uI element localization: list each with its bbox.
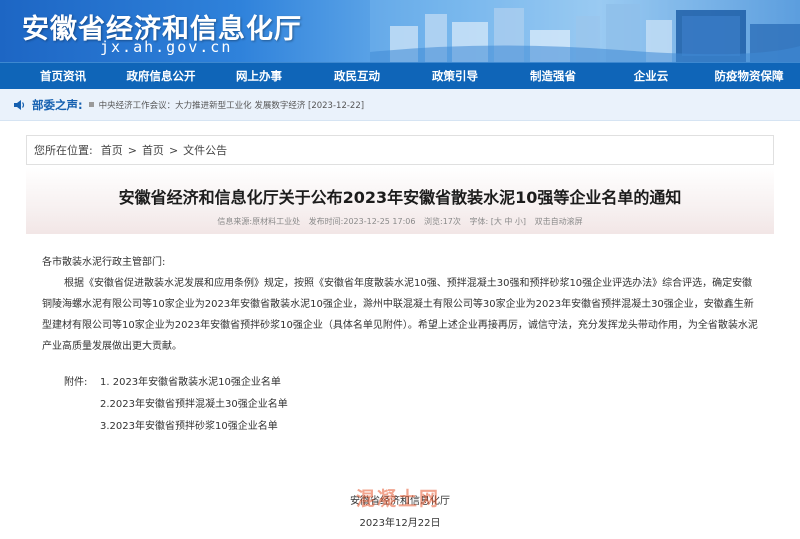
article-title: 安徽省经济和信息化厅关于公布2023年安徽省散装水泥10强等企业名单的通知 [118,188,682,207]
breadcrumb-prefix: 您所在位置: [34,144,93,157]
meta-source-value: 原材料工业处 [252,217,301,226]
skyline-image [370,0,800,62]
breadcrumb: 您所在位置: 首页 > 首页 > 文件公告 [26,135,774,165]
body-paragraph: 根据《安徽省促进散装水泥发展和应用条例》规定，按照《安徽省年度散装水泥10强、预… [42,278,758,352]
attachment-link-2[interactable]: 2.2023年安徽省预拌混凝土30强企业名单 [100,394,288,416]
main-nav: 首页资讯 政府信息公开 网上办事 政民互动 政策引导 制造强省 企业云 防疫物资… [0,62,800,89]
meta-font-size: 字体: [大 中 小] [469,217,528,226]
breadcrumb-separator: > [168,143,179,157]
nav-item-online-service[interactable]: 网上办事 [210,68,308,84]
ticker-item[interactable]: 中央经济工作会议：大力推进新型工业化 发展数字经济 [2023-12-22] [88,99,364,111]
meta-views-value: 17次 [442,217,461,226]
meta-source-label: 信息来源: [217,217,253,226]
meta-source: 信息来源:原材料工业处 [217,217,302,226]
article-content: 各市散装水泥行政主管部门: 根据《安徽省促进散装水泥发展和应用条例》规定，按照《… [0,234,800,438]
bullet-icon [88,102,94,107]
ticker-item-text[interactable]: 中央经济工作会议：大力推进新型工业化 发展数字经济 [2023-12-22] [99,99,364,111]
salutation: 各市散装水泥行政主管部门: [42,257,166,268]
news-ticker: 部委之声: 中央经济工作会议：大力推进新型工业化 发展数字经济 [2023-12… [0,89,800,121]
breadcrumb-separator: > [127,143,137,157]
nav-item-enterprise-cloud[interactable]: 企业云 [602,68,700,84]
speaker-icon [14,99,25,110]
breadcrumb-item-home[interactable]: 首页 [101,142,123,158]
ticker-label: 部委之声: [32,97,83,112]
meta-time-value: 2023-12-25 17:06 [343,217,416,226]
meta-views-label: 浏览: [424,217,443,226]
article-meta: 信息来源:原材料工业处 发布时间:2023-12-25 17:06 浏览:17次… [26,216,774,227]
attachments-label: 附件: [64,377,88,388]
signature-date: 2023年12月22日 [359,518,441,529]
meta-time-label: 发布时间: [308,217,344,226]
font-size-controls[interactable]: [大 中 小] [491,217,526,226]
breadcrumb-item-announcements[interactable]: 文件公告 [183,142,227,158]
article-header: 安徽省经济和信息化厅关于公布2023年安徽省散装水泥10强等企业名单的通知 信息… [26,167,774,234]
nav-item-epidemic-supplies[interactable]: 防疫物资保障 [700,68,798,84]
meta-time: 发布时间:2023-12-25 17:06 [309,217,418,226]
watermark: 混凝土网 [356,488,441,510]
nav-item-gov-info[interactable]: 政府信息公开 [112,68,210,84]
nav-item-interaction[interactable]: 政民互动 [308,68,406,84]
attachment-link-1[interactable]: 1. 2023年安徽省散装水泥10强企业名单 [100,372,281,394]
attachment-link-3[interactable]: 3.2023年安徽省预拌砂浆10强企业名单 [100,416,278,438]
site-domain: jx.ah.gov.cn [100,38,233,56]
nav-item-policy[interactable]: 政策引导 [406,68,504,84]
attachments-list: 附件: 1. 2023年安徽省散装水泥10强企业名单 2.2023年安徽省预拌混… [42,372,760,438]
nav-item-home[interactable]: 首页资讯 [14,68,112,84]
breadcrumb-item-home-2[interactable]: 首页 [142,142,164,158]
site-header-banner: 安徽省经济和信息化厅 jx.ah.gov.cn [0,0,800,62]
meta-font-label: 字体: [469,217,489,226]
auto-scroll-toggle[interactable]: 双击自动滚屏 [535,217,583,226]
meta-views: 浏览:17次 [424,217,463,226]
nav-item-manufacturing[interactable]: 制造强省 [504,68,602,84]
